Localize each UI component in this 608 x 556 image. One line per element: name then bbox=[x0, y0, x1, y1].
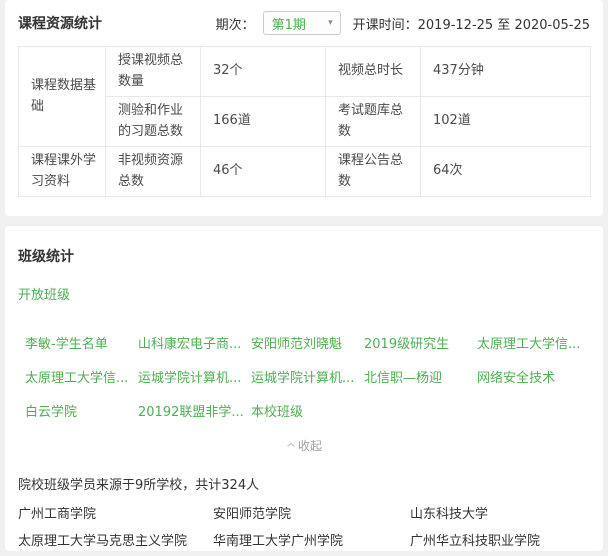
label-cell: 考试题库总数 bbox=[326, 97, 421, 147]
class-link[interactable]: 本校班级 bbox=[251, 401, 364, 420]
class-stats-panel: 班级统计 开放班级 李敏-学生名单 山科康宏电子商... 安阳师范刘晓魁 201… bbox=[5, 226, 603, 551]
course-time: 开课时间：2019-12-25 至 2020-05-25 bbox=[353, 14, 590, 33]
label-cell: 视频总时长 bbox=[326, 47, 421, 97]
period-select-value: 第1期 bbox=[272, 14, 306, 33]
label-cell: 授课视频总数量 bbox=[106, 47, 201, 97]
group-cell: 课程课外学习资料 bbox=[19, 147, 106, 197]
class-link[interactable]: 2019级研究生 bbox=[364, 333, 477, 352]
class-link[interactable]: 北信职—杨迎 bbox=[364, 367, 477, 386]
class-link[interactable]: 山科康宏电子商... bbox=[138, 333, 251, 352]
open-classes-tab[interactable]: 开放班级 bbox=[18, 284, 70, 303]
table-row: 课程数据基础 授课视频总数量 32个 视频总时长 437分钟 bbox=[19, 47, 591, 97]
value-cell: 32个 bbox=[201, 47, 326, 97]
class-link[interactable]: 运城学院计算机... bbox=[251, 367, 364, 386]
collapse-button[interactable]: 收起 bbox=[286, 437, 322, 454]
value-cell: 437分钟 bbox=[421, 47, 591, 97]
group-cell: 课程数据基础 bbox=[19, 47, 106, 147]
class-link[interactable]: 安阳师范刘晓魁 bbox=[251, 333, 364, 352]
period-label: 期次： bbox=[216, 14, 255, 33]
class-link-grid: 李敏-学生名单 山科康宏电子商... 安阳师范刘晓魁 2019级研究生 太原理工… bbox=[18, 333, 590, 420]
class-link[interactable]: 20192联盟非学... bbox=[138, 401, 251, 420]
course-resource-panel: 课程资源统计 期次： 第1期 ▾ 开课时间：2019-12-25 至 2020-… bbox=[5, 0, 603, 216]
resource-panel-controls: 期次： 第1期 ▾ 开课时间：2019-12-25 至 2020-05-25 bbox=[216, 11, 590, 35]
value-cell: 102道 bbox=[421, 97, 591, 147]
school-summary: 院校班级学员来源于9所学校，共计324人 bbox=[18, 474, 590, 493]
resource-panel-header: 课程资源统计 期次： 第1期 ▾ 开课时间：2019-12-25 至 2020-… bbox=[18, 0, 590, 46]
school-item: 华南理工大学广州学院 bbox=[213, 528, 410, 552]
label-cell: 非视频资源总数 bbox=[106, 147, 201, 197]
course-time-label: 开课时间： bbox=[353, 18, 418, 33]
school-item: 太原理工大学马克思主义学院 bbox=[18, 528, 213, 552]
school-item: 广州工商学院 bbox=[18, 501, 213, 528]
school-item: 广州华立科技职业学院 bbox=[410, 528, 590, 552]
resource-stats-table: 课程数据基础 授课视频总数量 32个 视频总时长 437分钟 测验和作业的习题总… bbox=[18, 46, 591, 197]
school-item: 安阳师范学院 bbox=[213, 501, 410, 528]
value-cell: 46个 bbox=[201, 147, 326, 197]
class-link[interactable]: 运城学院计算机... bbox=[138, 367, 251, 386]
collapse-row: 收起 bbox=[18, 434, 590, 454]
value-cell: 166道 bbox=[201, 97, 326, 147]
label-cell: 测验和作业的习题总数 bbox=[106, 97, 201, 147]
class-link[interactable]: 太原理工大学信... bbox=[25, 367, 138, 386]
value-cell: 64次 bbox=[421, 147, 591, 197]
class-link[interactable]: 李敏-学生名单 bbox=[25, 333, 138, 352]
chevron-up-icon bbox=[286, 441, 296, 449]
school-grid: 广州工商学院 安阳师范学院 山东科技大学 太原理工大学马克思主义学院 华南理工大… bbox=[18, 501, 590, 552]
period-select[interactable]: 第1期 ▾ bbox=[263, 11, 341, 35]
class-link[interactable]: 网络安全技术 bbox=[477, 367, 590, 386]
collapse-label: 收起 bbox=[298, 437, 322, 454]
table-row: 课程课外学习资料 非视频资源总数 46个 课程公告总数 64次 bbox=[19, 147, 591, 197]
course-time-value: 2019-12-25 至 2020-05-25 bbox=[418, 18, 590, 33]
class-link[interactable]: 太原理工大学信... bbox=[477, 333, 590, 352]
resource-panel-title: 课程资源统计 bbox=[18, 13, 102, 33]
chevron-down-icon: ▾ bbox=[328, 19, 333, 28]
label-cell: 课程公告总数 bbox=[326, 147, 421, 197]
class-stats-title: 班级统计 bbox=[18, 246, 590, 266]
school-item: 山东科技大学 bbox=[410, 501, 590, 528]
class-link[interactable]: 白云学院 bbox=[25, 401, 138, 420]
